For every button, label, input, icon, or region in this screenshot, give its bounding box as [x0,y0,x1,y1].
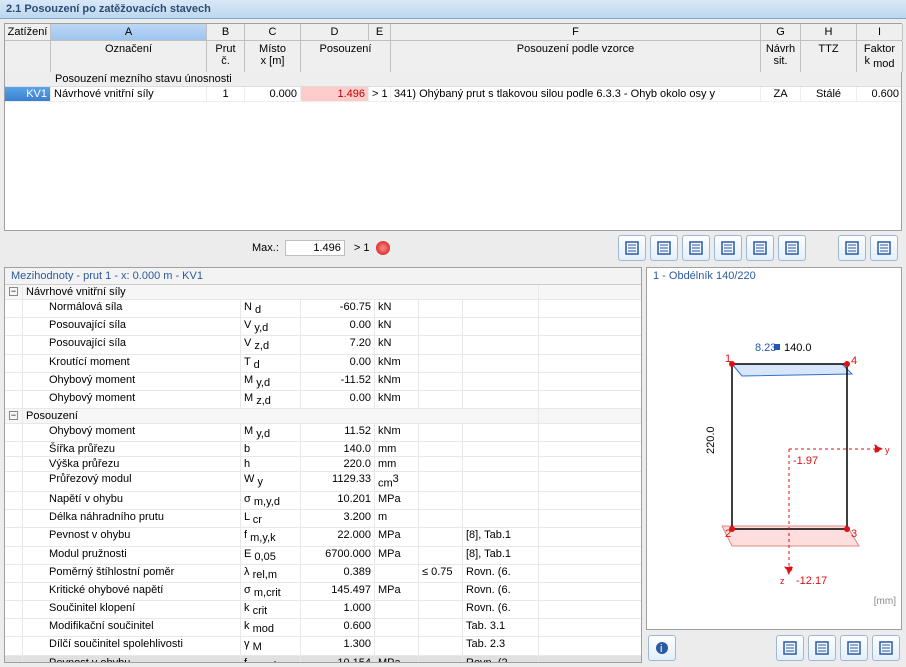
col-load: Zatížení [5,24,51,40]
columns-icon[interactable] [746,235,774,261]
col-letter-f[interactable]: F [391,24,761,40]
select-icon[interactable] [838,235,866,261]
detail-row[interactable]: Výška průřezuh220.0mm [5,457,641,472]
col-letter-g[interactable]: G [761,24,801,40]
detail-row[interactable]: Délka náhradního prutuL cr3.200m [5,510,641,528]
col-desc: Označení [51,41,207,72]
find-icon[interactable] [776,635,804,661]
detail-row[interactable]: Ohybový momentM y,d-11.52kNm [5,373,641,391]
detail-title: Mezihodnoty - prut 1 - x: 0.000 m - KV1 [5,268,641,285]
list-icon[interactable] [682,235,710,261]
table-row[interactable]: KV1 Návrhové vnitřní síly 1 0.000 1.496 … [5,87,901,102]
detail-row[interactable]: Kritické ohybové napětíσ m,crit145.497MP… [5,583,641,601]
col-ttz: TTZ [801,41,857,72]
detail-row[interactable]: Šířka průřezub140.0mm [5,442,641,457]
col-letter-i[interactable]: I [857,24,903,40]
col-letter-c[interactable]: C [245,24,301,40]
detail-row[interactable]: Modul pružnostiE 0,056700.000MPa[8], Tab… [5,547,641,565]
detail-row[interactable]: Průřezový modulW y1129.33cm3 [5,472,641,492]
col-loc: Místox [m] [245,41,301,72]
detail-row[interactable]: Pevnost v ohybuf m,y,k22.000MPa[8], Tab.… [5,528,641,546]
max-value: 1.496 [285,240,345,256]
svg-text:220.0: 220.0 [705,426,717,454]
col-design: Posouzení [301,41,391,72]
zoom-icon[interactable] [778,235,806,261]
out-icon[interactable] [840,635,868,661]
col-bar: Prutč. [207,41,245,72]
pan-icon[interactable] [808,635,836,661]
detail-row[interactable]: Ohybový momentM y,d11.52kNm [5,424,641,442]
detail-panel: Mezihodnoty - prut 1 - x: 0.000 m - KV1 … [4,267,642,663]
col-letter-b[interactable]: B [207,24,245,40]
svg-text:-1.97: -1.97 [793,455,818,467]
col-letter-h[interactable]: H [801,24,857,40]
max-label: Max.: [252,242,279,254]
warning-icon [376,241,390,255]
col-letter-a[interactable]: A [51,24,207,40]
section-diagram: 1 - Obdélník 140/220 1 4 2 3 [646,267,902,630]
detail-row[interactable]: Dílčí součinitel spolehlivostiγ M1.300Ta… [5,637,641,655]
detail-row[interactable]: Napětí v ohybuσ m,y,d10.201MPa [5,492,641,510]
info-icon[interactable]: i [648,635,676,661]
detail-row[interactable]: Posouvající sílaV z,d7.20kN [5,336,641,354]
col-letter-e[interactable]: E [369,24,391,40]
col-sit: Návrhsit. [761,41,801,72]
svg-text:-12.17: -12.17 [796,575,827,587]
detail-body[interactable]: −Návrhové vnitřní sílyNormálová sílaN d-… [5,285,641,662]
detail-row[interactable]: Pevnost v ohybuf m,y,d10.154MPaRovn. (2. [5,656,641,662]
eye-icon[interactable] [870,235,898,261]
group-header: Posouzení mezního stavu únosnosti [5,72,901,87]
svg-text:i: i [660,643,662,655]
detail-row[interactable]: Posouvající sílaV y,d0.00kN [5,318,641,336]
detail-row[interactable]: Poměrný štíhlostní poměrλ rel,m0.389≤ 0.… [5,565,641,583]
detail-row[interactable]: Normálová sílaN d-60.75kN [5,300,641,318]
svg-text:z: z [780,576,785,586]
svg-text:140.0: 140.0 [784,342,812,354]
detail-group[interactable]: −Návrhové vnitřní síly [5,285,641,300]
detail-row[interactable]: Modifikační součinitelk mod0.600Tab. 3.1 [5,619,641,637]
col-letter-d[interactable]: D [301,24,369,40]
col-formula: Posouzení podle vzorce [391,41,761,72]
window-title: 2.1 Posouzení po zatěžovacích stavech [0,0,906,19]
svg-text:2: 2 [725,528,731,540]
max-strip: Max.: 1.496 > 1 [4,231,902,265]
svg-text:y: y [885,445,890,455]
row-id: KV1 [5,87,51,101]
svg-text:1: 1 [725,353,731,365]
detail-row[interactable]: Kroutící momentT d0.00kNm [5,355,641,373]
max-gt: > 1 [354,242,370,254]
filter-icon[interactable] [618,235,646,261]
graph-icon[interactable] [714,235,742,261]
print-icon[interactable] [872,635,900,661]
svg-text:8.23: 8.23 [755,342,776,354]
diagram-toolbar: i [646,633,902,663]
col-kmod: Faktork mod [857,41,903,72]
svg-text:4: 4 [851,355,857,367]
chart-icon[interactable] [650,235,678,261]
results-table: Zatížení A B C D E F G H I Označení Prut… [4,23,902,231]
detail-row[interactable]: Ohybový momentM z,d0.00kNm [5,391,641,409]
svg-text:3: 3 [851,528,857,540]
detail-row[interactable]: Součinitel klopeník crit1.000Rovn. (6. [5,601,641,619]
detail-group[interactable]: −Posouzení [5,409,641,424]
